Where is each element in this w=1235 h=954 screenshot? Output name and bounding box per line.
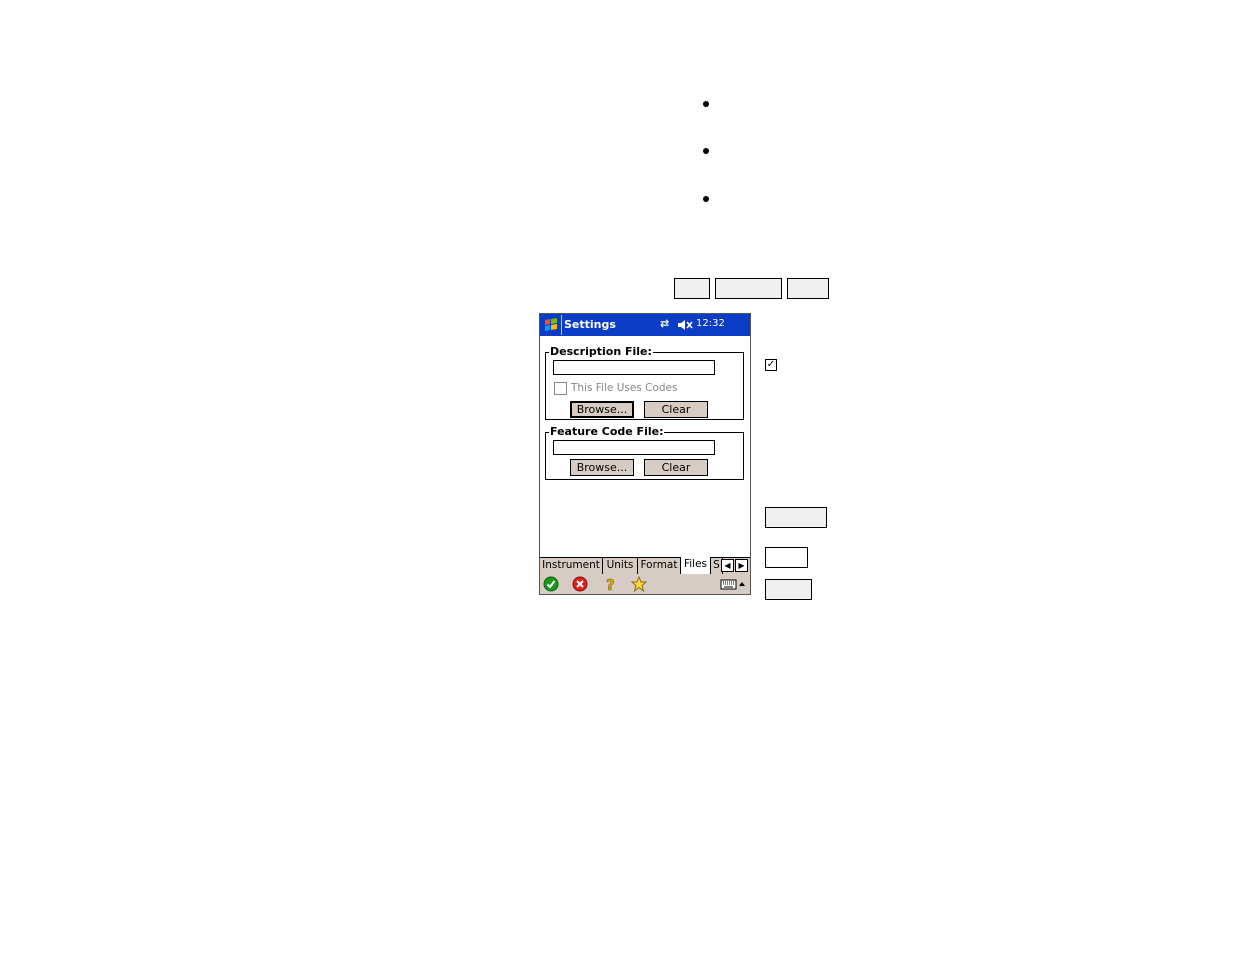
tab-instrument[interactable]: Instrument xyxy=(540,558,603,574)
bullet-3 xyxy=(703,196,709,202)
speaker-muted-icon[interactable] xyxy=(677,318,693,332)
doc-button-thumb-4 xyxy=(765,507,827,528)
bullet-1 xyxy=(703,101,709,107)
feature-browse-button[interactable]: Browse... xyxy=(570,459,634,476)
description-clear-button[interactable]: Clear xyxy=(644,401,708,418)
feature-code-file-group: Feature Code File: Browse... Clear xyxy=(545,425,744,480)
feature-code-file-input[interactable] xyxy=(553,440,715,455)
tab-files[interactable]: Files xyxy=(681,557,711,574)
sync-arrows-icon[interactable]: ⇄ xyxy=(660,317,669,330)
tab-scroll-right-icon[interactable]: ▶ xyxy=(735,559,748,572)
pocketpc-settings-screen: Settings ⇄ 12:32 Description File: This … xyxy=(539,313,751,595)
feature-clear-button[interactable]: Clear xyxy=(644,459,708,476)
feature-code-file-label: Feature Code File: xyxy=(549,425,665,439)
windows-flag-icon[interactable] xyxy=(542,316,560,334)
description-browse-button[interactable]: Browse... xyxy=(570,401,634,418)
star-icon[interactable] xyxy=(631,576,647,592)
up-arrow-icon[interactable] xyxy=(737,576,747,592)
doc-button-thumb-2 xyxy=(715,278,782,299)
description-file-group: Description File: This File Uses Codes B… xyxy=(545,345,744,420)
uses-codes-label[interactable]: This File Uses Codes xyxy=(571,382,677,394)
checked-checkbox-icon: ✓ xyxy=(765,359,777,371)
tab-units[interactable]: Units xyxy=(603,558,638,574)
tab-scroll-left-icon[interactable]: ◀ xyxy=(721,559,734,572)
bullet-2 xyxy=(703,148,709,154)
menu-bar: ? xyxy=(540,574,750,594)
doc-input-thumb xyxy=(765,547,808,568)
red-x-icon[interactable] xyxy=(572,576,588,592)
doc-button-thumb-5 xyxy=(765,579,812,600)
clock[interactable]: 12:32 xyxy=(696,318,725,329)
keyboard-icon[interactable] xyxy=(720,576,737,592)
green-check-icon[interactable] xyxy=(543,576,559,592)
description-file-label: Description File: xyxy=(549,345,653,359)
title-bar: Settings ⇄ 12:32 xyxy=(540,314,750,336)
uses-codes-checkbox[interactable] xyxy=(554,382,567,395)
tab-strip: Instrument Units Format Files S ◀ ▶ xyxy=(540,557,750,574)
svg-text:?: ? xyxy=(606,576,615,592)
window-title: Settings xyxy=(564,318,616,331)
doc-button-thumb-3 xyxy=(787,278,829,299)
doc-button-thumb-1 xyxy=(674,278,710,299)
description-file-input[interactable] xyxy=(553,360,715,375)
question-icon[interactable]: ? xyxy=(602,576,618,592)
tab-format[interactable]: Format xyxy=(638,558,681,574)
title-separator xyxy=(561,315,562,335)
